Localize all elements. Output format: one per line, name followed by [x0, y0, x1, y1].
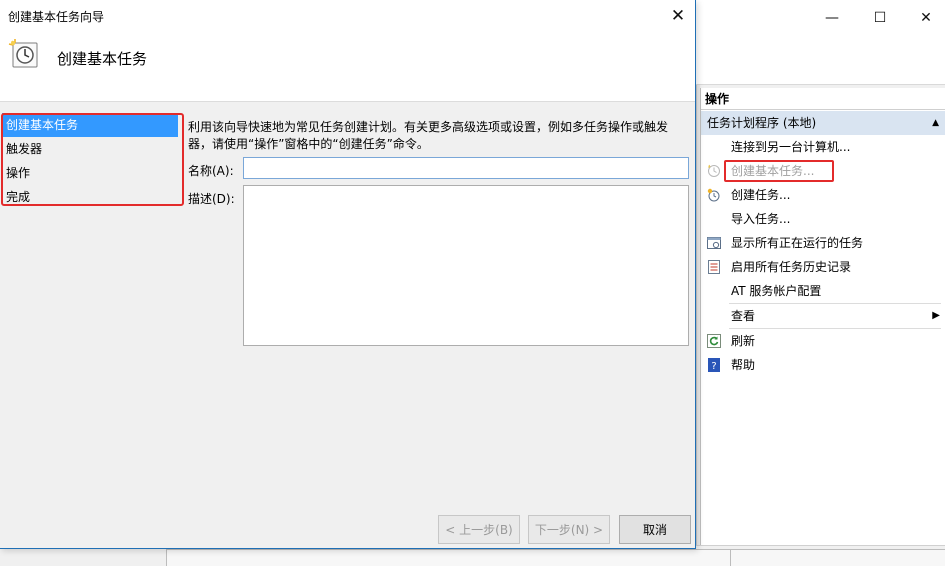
actions-group-label: 任务计划程序 (本地) — [707, 116, 817, 130]
action-create-task[interactable]: 创建任务... — [701, 183, 945, 207]
refresh-icon — [707, 334, 721, 348]
collapse-arrow-icon[interactable]: ▲ — [932, 111, 939, 135]
action-enable-history[interactable]: 启用所有任务历史记录 — [701, 255, 945, 279]
action-help[interactable]: ? 帮助 — [701, 353, 945, 377]
name-label: 名称(A): — [188, 164, 234, 178]
wizard-header-title: 创建基本任务 — [57, 50, 148, 68]
name-input[interactable] — [243, 157, 689, 179]
wizard-description-line: 器，请使用“操作”窗格中的“创建任务”命令。 — [188, 137, 429, 151]
status-segment — [730, 549, 945, 566]
action-show-running-tasks[interactable]: 显示所有正在运行的任务 — [701, 231, 945, 255]
actions-group-task-scheduler[interactable]: 任务计划程序 (本地) ▲ — [701, 111, 945, 135]
action-label: 创建任务... — [731, 188, 791, 202]
actions-pane-header: 操作 — [701, 88, 945, 110]
wizard-close-button[interactable]: ✕ — [663, 2, 693, 30]
history-icon — [707, 260, 721, 274]
clock-icon — [8, 38, 40, 70]
wizard-description: 利用该向导快速地为常见任务创建计划。有关更多高级选项或设置，例如多任务操作或触发… — [188, 119, 688, 153]
maximize-button[interactable]: ☐ — [860, 5, 900, 31]
action-label: 显示所有正在运行的任务 — [731, 236, 864, 250]
action-label: 查看 — [731, 309, 756, 323]
cancel-button[interactable]: 取消 — [619, 515, 691, 544]
action-connect-computer[interactable]: 连接到另一台计算机... — [701, 135, 945, 159]
main-titlebar: — ☐ ✕ — [696, 0, 945, 37]
next-button[interactable]: 下一步(N) > — [528, 515, 610, 544]
main-close-button[interactable]: ✕ — [906, 5, 945, 31]
svg-text:?: ? — [711, 361, 716, 372]
wizard-header: 创建基本任务 — [0, 32, 695, 102]
wizard-description-line: 利用该向导快速地为常见任务创建计划。有关更多高级选项或设置，例如多任务操作或触发 — [188, 120, 669, 134]
minimize-button[interactable]: — — [812, 5, 852, 31]
wizard-title: 创建基本任务向导 — [8, 10, 105, 24]
action-label: 刷新 — [731, 334, 756, 348]
running-tasks-icon — [707, 236, 721, 250]
basic-task-icon — [707, 164, 721, 178]
highlight-box-steps — [1, 113, 184, 206]
action-at-service-config[interactable]: AT 服务帐户配置 — [701, 279, 945, 303]
action-label: 帮助 — [731, 358, 756, 372]
action-label: AT 服务帐户配置 — [731, 284, 822, 298]
action-label: 启用所有任务历史记录 — [731, 260, 852, 274]
wizard-titlebar[interactable]: 创建基本任务向导 ✕ — [0, 0, 695, 32]
action-refresh[interactable]: 刷新 — [701, 329, 945, 353]
action-view[interactable]: 查看 ▶ — [701, 304, 945, 328]
main-toolbar-area — [696, 37, 945, 85]
action-label: 连接到另一台计算机... — [731, 140, 851, 154]
create-basic-task-wizard: 创建基本任务向导 ✕ 创建基本任务 创建基本任务 触发器 操作 完成 利用该向导… — [0, 0, 696, 549]
create-task-icon — [707, 188, 721, 202]
status-segment — [166, 549, 730, 566]
description-label: 描述(D): — [188, 192, 235, 206]
help-icon: ? — [707, 358, 721, 372]
action-label: 导入任务... — [731, 212, 791, 226]
back-button[interactable]: < 上一步(B) — [438, 515, 520, 544]
highlight-box-create-basic-task — [724, 160, 834, 182]
description-input[interactable] — [243, 185, 689, 346]
actions-pane: 操作 任务计划程序 (本地) ▲ 连接到另一台计算机... 创建基本任务... … — [700, 88, 945, 545]
submenu-arrow-icon: ▶ — [932, 310, 940, 321]
action-import-task[interactable]: 导入任务... — [701, 207, 945, 231]
